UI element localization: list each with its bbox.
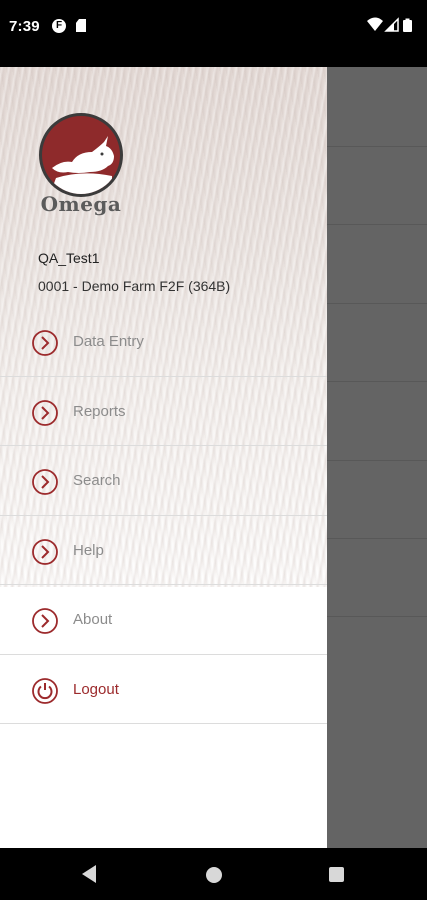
back-icon[interactable] xyxy=(82,865,96,883)
menu-item-data-entry[interactable]: Data Entry xyxy=(0,307,327,377)
logo-wordmark: Omega xyxy=(40,192,122,216)
recent-apps-icon[interactable] xyxy=(329,867,344,882)
menu-item-search[interactable]: Search xyxy=(0,446,327,516)
background-divider xyxy=(327,146,427,147)
menu-item-reports[interactable]: Reports xyxy=(0,377,327,446)
drawer-menu: Data Entry Reports Search Help About Log… xyxy=(0,307,327,724)
farm-name: 0001 - Demo Farm F2F (364B) xyxy=(38,278,231,294)
menu-item-label: Data Entry xyxy=(73,333,144,350)
menu-item-logout[interactable]: Logout xyxy=(0,655,327,724)
pig-logo-icon xyxy=(39,113,123,197)
menu-item-label: About xyxy=(73,611,113,628)
chevron-right-circle-icon xyxy=(32,538,58,565)
user-name: QA_Test1 xyxy=(38,250,100,266)
background-divider xyxy=(327,538,427,539)
menu-item-label: Help xyxy=(73,541,104,559)
power-icon xyxy=(32,677,58,704)
phone-screen: 7:39 F Omega QA_Test1 0001 - Demo Farm F… xyxy=(0,0,427,900)
omega-logo: Omega xyxy=(38,113,124,216)
menu-item-label: Search xyxy=(73,472,121,489)
background-divider xyxy=(327,460,427,461)
f-app-icon: F xyxy=(52,19,66,33)
status-icons xyxy=(367,17,417,33)
chevron-right-circle-icon xyxy=(32,399,58,426)
chevron-right-circle-icon xyxy=(32,469,58,495)
battery-icon xyxy=(403,18,412,32)
background-divider xyxy=(327,381,427,382)
status-bar: 7:39 F xyxy=(0,0,427,67)
home-icon[interactable] xyxy=(206,867,222,883)
menu-item-about[interactable]: About xyxy=(0,585,327,655)
chevron-right-circle-icon xyxy=(32,608,58,634)
menu-item-help[interactable]: Help xyxy=(0,516,327,585)
scrim-overlay[interactable] xyxy=(327,67,427,848)
sd-card-icon xyxy=(76,19,86,32)
background-divider xyxy=(327,616,427,617)
background-divider xyxy=(327,303,427,304)
menu-item-label: Reports xyxy=(73,402,126,420)
navigation-drawer: Omega QA_Test1 0001 - Demo Farm F2F (364… xyxy=(0,67,327,848)
background-divider xyxy=(327,224,427,225)
system-nav-bar xyxy=(0,848,427,900)
menu-item-label: Logout xyxy=(73,680,119,698)
wifi-icon xyxy=(367,17,383,31)
cell-signal-icon xyxy=(384,17,399,32)
status-time: 7:39 xyxy=(9,18,40,35)
chevron-right-circle-icon xyxy=(32,330,58,356)
